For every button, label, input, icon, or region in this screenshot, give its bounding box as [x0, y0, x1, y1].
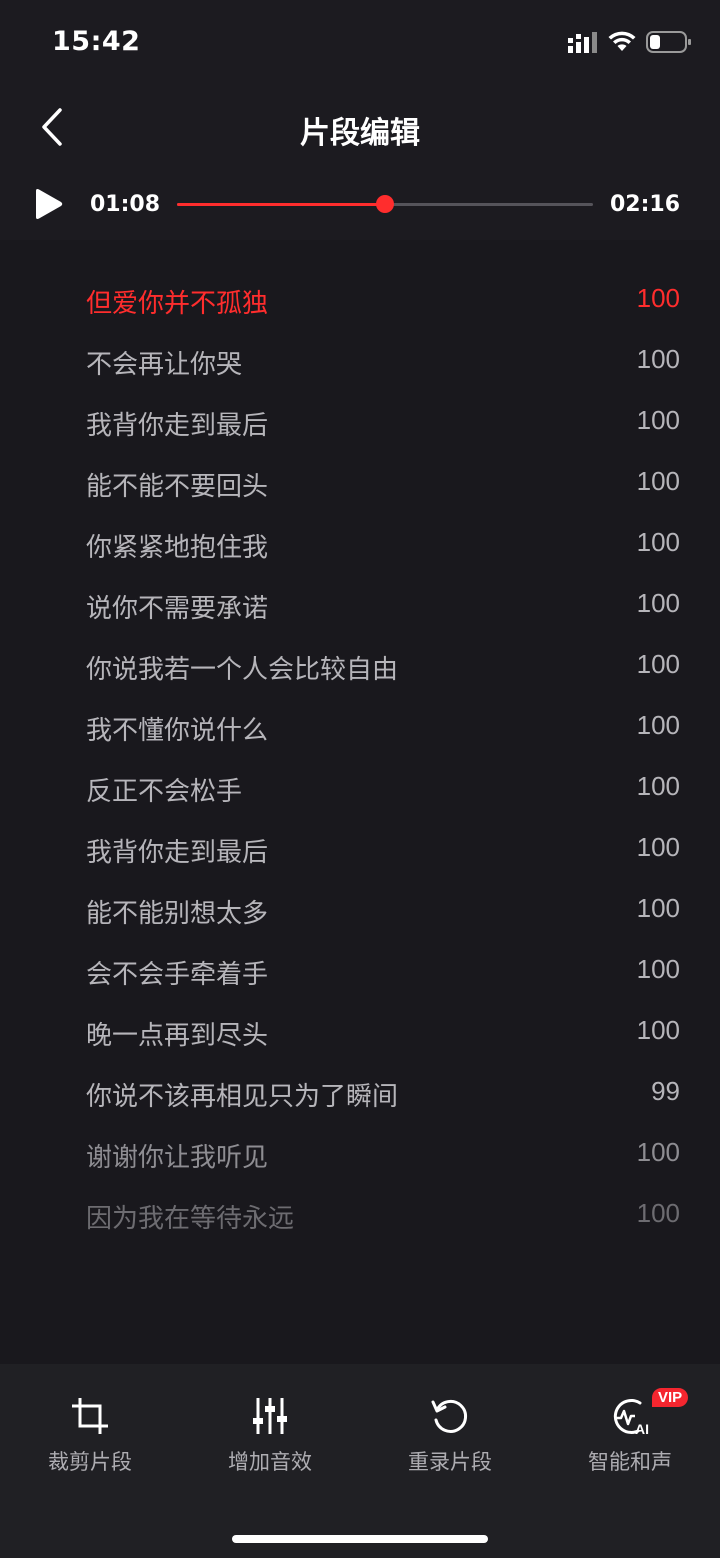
cellular-signal-icon [568, 32, 597, 53]
lyric-score: 100 [636, 527, 680, 557]
lyric-score: 100 [636, 466, 680, 496]
progress-fill [177, 203, 385, 206]
lyrics-list: 但爱你并不孤独 100 不会再让你哭 100 我背你走到最后 100 能不能不要… [0, 271, 720, 1247]
add-effects-button[interactable]: 增加音效 [200, 1394, 340, 1484]
bottom-toolbar: 裁剪片段 增加音效 重录片段 AI VIP 智能和声 [0, 1364, 720, 1558]
lyric-row[interactable]: 因为我在等待永远 100 [0, 1186, 720, 1247]
lyric-text: 不会再让你哭 [86, 350, 243, 380]
lyric-score: 100 [636, 893, 680, 923]
ai-harmony-button[interactable]: AI VIP 智能和声 [560, 1388, 700, 1484]
lyric-row[interactable]: 我背你走到最后 100 [0, 393, 720, 454]
lyric-score: 100 [636, 954, 680, 984]
rerecord-segment-button[interactable]: 重录片段 [380, 1394, 520, 1484]
lyric-text: 谢谢你让我听见 [86, 1143, 269, 1173]
lyric-row[interactable]: 我不懂你说什么 100 [0, 698, 720, 759]
current-time: 01:08 [90, 192, 161, 217]
lyric-text: 你说不该再相见只为了瞬间 [86, 1082, 399, 1112]
rerecord-icon [431, 1399, 468, 1433]
crop-segment-button[interactable]: 裁剪片段 [20, 1394, 160, 1484]
crop-segment-label: 裁剪片段 [48, 1450, 132, 1474]
progress-thumb[interactable] [376, 195, 394, 213]
battery-icon [646, 31, 691, 53]
sliders-icon [253, 1398, 287, 1434]
play-icon [36, 189, 63, 219]
lyric-score: 100 [636, 283, 680, 313]
vip-badge: VIP [652, 1388, 689, 1407]
lyric-text: 反正不会松手 [86, 777, 243, 807]
lyric-row[interactable]: 会不会手牵着手 100 [0, 942, 720, 1003]
ai-harmony-icon: AI [613, 1398, 649, 1437]
lyric-text: 我背你走到最后 [86, 411, 269, 441]
rerecord-segment-label: 重录片段 [408, 1450, 492, 1474]
lyric-score: 100 [636, 588, 680, 618]
status-time: 15:42 [52, 26, 141, 57]
lyric-score: 100 [636, 649, 680, 679]
lyric-score: 100 [636, 1015, 680, 1045]
add-effects-label: 增加音效 [228, 1450, 312, 1474]
lyric-row[interactable]: 谢谢你让我听见 100 [0, 1125, 720, 1186]
wifi-icon [608, 31, 636, 51]
lyric-row[interactable]: 晚一点再到尽头 100 [0, 1003, 720, 1064]
lyric-text: 你紧紧地抱住我 [86, 533, 269, 563]
lyric-text: 能不能不要回头 [86, 472, 269, 502]
total-time: 02:16 [609, 192, 680, 217]
top-area: 15:42 片段编辑 01:08 02:16 [0, 0, 720, 240]
svg-text:AI: AI [635, 1421, 649, 1437]
lyric-text: 我不懂你说什么 [86, 716, 269, 746]
page-title: 片段编辑 [300, 116, 420, 151]
lyric-text: 晚一点再到尽头 [86, 1021, 269, 1051]
lyric-text: 你说我若一个人会比较自由 [86, 655, 399, 685]
lyric-text: 说你不需要承诺 [86, 594, 269, 624]
ai-harmony-label: 智能和声 [588, 1450, 672, 1474]
lyric-score: 100 [636, 344, 680, 374]
lyric-row[interactable]: 反正不会松手 100 [0, 759, 720, 820]
lyric-text: 能不能别想太多 [86, 899, 269, 929]
crop-icon [72, 1398, 108, 1434]
play-button[interactable] [30, 186, 66, 222]
lyric-score: 100 [636, 1137, 680, 1167]
lyric-row[interactable]: 你说不该再相见只为了瞬间 99 [0, 1064, 720, 1125]
lyric-row[interactable]: 能不能别想太多 100 [0, 881, 720, 942]
lyric-text: 因为我在等待永远 [86, 1204, 295, 1234]
lyric-row[interactable]: 你紧紧地抱住我 100 [0, 515, 720, 576]
nav-bar: 片段编辑 [0, 88, 720, 168]
lyric-score: 100 [636, 710, 680, 740]
home-indicator[interactable] [232, 1535, 488, 1543]
player-bar: 01:08 02:16 [0, 172, 720, 238]
lyric-score: 100 [636, 832, 680, 862]
progress-slider[interactable] [177, 195, 593, 213]
lyric-row[interactable]: 我背你走到最后 100 [0, 820, 720, 881]
lyric-row[interactable]: 不会再让你哭 100 [0, 332, 720, 393]
lyric-score: 99 [651, 1076, 680, 1106]
lyric-text: 但爱你并不孤独 [86, 289, 269, 319]
lyric-text: 我背你走到最后 [86, 838, 269, 868]
lyric-text: 会不会手牵着手 [86, 960, 269, 990]
lyric-score: 100 [636, 405, 680, 435]
status-bar: 15:42 [0, 0, 720, 88]
lyric-row[interactable]: 说你不需要承诺 100 [0, 576, 720, 637]
lyric-row[interactable]: 能不能不要回头 100 [0, 454, 720, 515]
lyric-row[interactable]: 但爱你并不孤独 100 [0, 271, 720, 332]
lyric-score: 100 [636, 771, 680, 801]
status-icons [568, 30, 692, 58]
lyric-row[interactable]: 你说我若一个人会比较自由 100 [0, 637, 720, 698]
lyric-score: 100 [636, 1198, 680, 1228]
